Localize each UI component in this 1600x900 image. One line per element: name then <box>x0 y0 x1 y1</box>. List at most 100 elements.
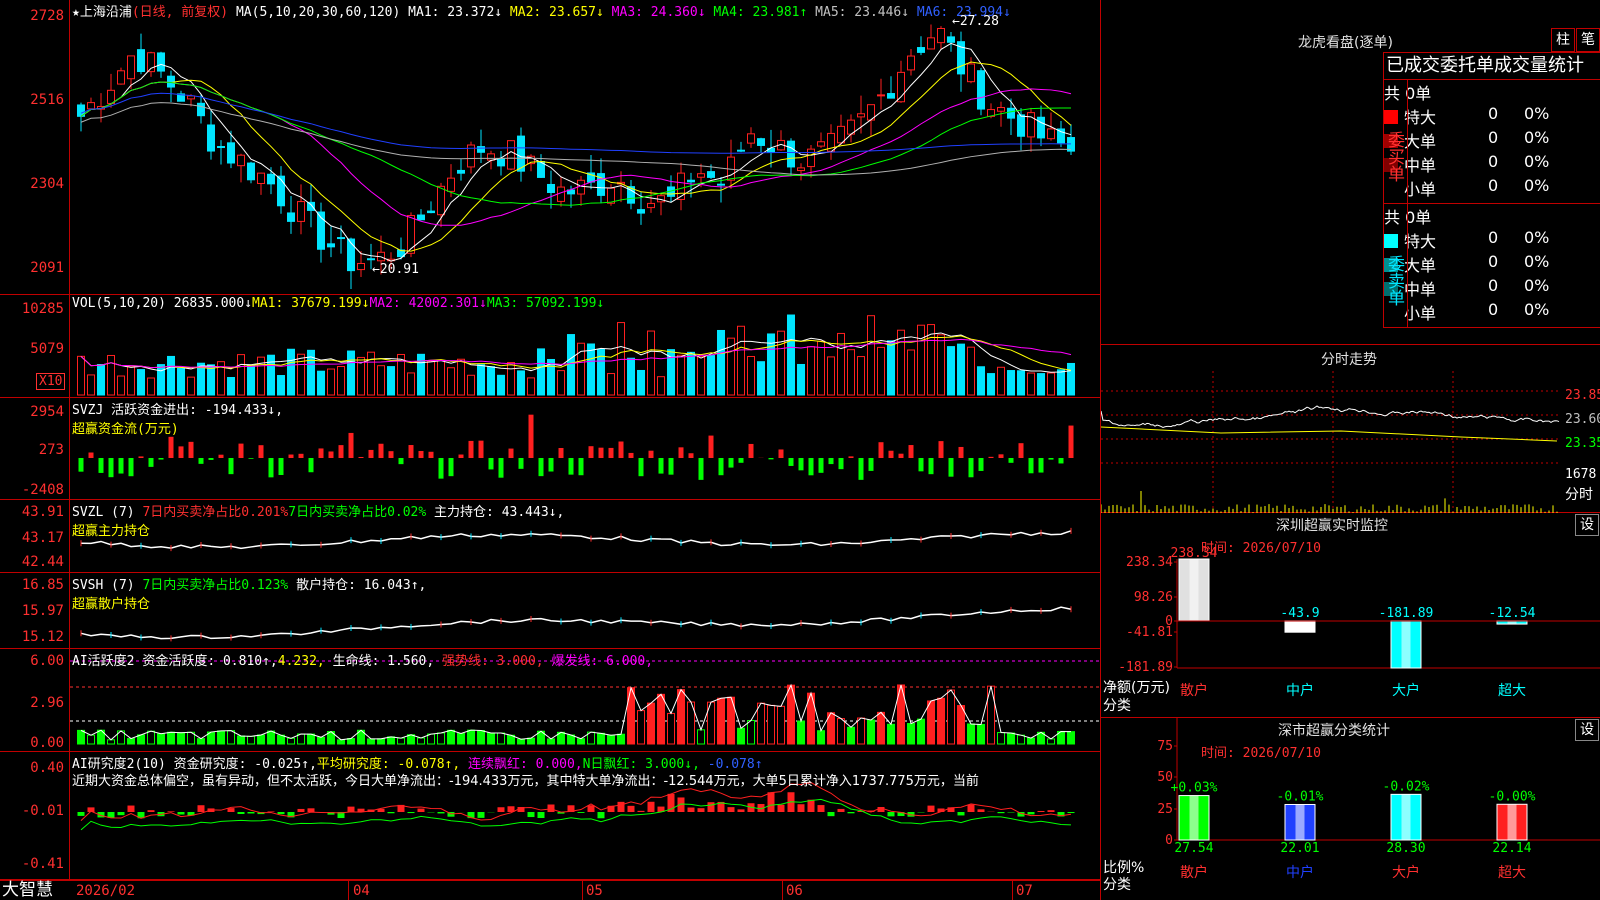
order-percent: 0% <box>1524 152 1550 171</box>
candle-body <box>117 70 125 85</box>
activity-bar <box>347 738 355 745</box>
activity-bar <box>637 710 645 745</box>
bar-mode-button[interactable]: 柱 <box>1551 28 1575 52</box>
x-axis-label: 05 <box>586 883 603 899</box>
volume-bar <box>407 372 415 396</box>
volume-bar <box>987 373 995 396</box>
activity-bar <box>1027 737 1035 745</box>
flow-bar <box>708 435 714 458</box>
intraday-chart[interactable] <box>1101 371 1561 513</box>
volume-bar <box>647 330 655 396</box>
avg-research-line <box>80 798 1072 831</box>
ai-research-pane[interactable]: 0.40 -0.01 -0.41 AI研究度2(10) 资金研究度: -0.02… <box>0 752 1100 880</box>
flow-bar <box>358 456 364 458</box>
monitor-axis-sub: 分类 <box>1103 698 1131 714</box>
research-bar <box>407 812 415 814</box>
activity-bar <box>1047 738 1055 745</box>
activity-bar <box>747 720 755 745</box>
activity-bar <box>497 732 505 745</box>
candle-body <box>917 47 925 53</box>
research-bar <box>387 812 395 814</box>
flow-bar <box>378 443 384 458</box>
vol-value: 26835.000↓ <box>173 296 253 311</box>
x-axis-label: 2026/02 <box>76 883 136 899</box>
y-tick-label: -181.89 <box>1118 660 1173 675</box>
flow-bar <box>468 440 474 458</box>
flow-bar <box>98 458 104 473</box>
svsh-pane[interactable]: 16.85 15.97 15.12 SVSH (7) 7日内买卖净占比0.123… <box>0 573 1100 649</box>
activity-bar <box>797 720 805 745</box>
svzl-info: SVZL (7) 7日内买卖净占比0.201%7日内买卖净占比0.02% 主力持… <box>72 501 564 539</box>
volume-bar <box>277 375 285 396</box>
flow-bar <box>948 458 954 477</box>
order-count: 0 <box>1488 128 1499 147</box>
order-size-label: 小单 <box>1404 180 1437 199</box>
volume-bar <box>617 322 625 396</box>
category-label: 散户 <box>1180 864 1208 881</box>
avg-price-line <box>1101 426 1558 442</box>
sell-total: 共 0单 <box>1384 208 1432 227</box>
flow-bar <box>648 450 654 458</box>
tick-mode-button[interactable]: 笔 <box>1576 28 1600 52</box>
candle-body <box>907 55 915 71</box>
volume-bar <box>567 334 575 396</box>
ma-legend-item: MA2: 23.657↓ <box>502 5 604 20</box>
volume-bar <box>207 364 215 396</box>
svzl-pane[interactable]: 43.91 43.17 42.44 SVZL (7) 7日内买卖净占比0.201… <box>0 500 1100 573</box>
candle-body <box>757 138 765 146</box>
flow-bar <box>828 458 834 465</box>
candle-body <box>1037 116 1045 139</box>
candle-body <box>367 258 375 261</box>
svzj-pane[interactable]: 2954 273 -2408 SVZJ 活跃资金进出: -194.433↓, 超赢… <box>0 398 1100 500</box>
activity-bar <box>517 738 525 745</box>
flow-bar <box>918 458 924 472</box>
candle-body <box>427 210 435 214</box>
monitor-chart[interactable]: 238.3498.260-41.81-181.89238.34散户-43.9中户… <box>1101 513 1600 718</box>
x-axis-label: 07 <box>1016 883 1033 899</box>
research-bar <box>1047 810 1055 812</box>
volume-bar <box>757 361 765 396</box>
flow-bar <box>488 458 494 470</box>
candle-body <box>157 52 165 72</box>
ai1-value: 4.232, <box>277 654 325 669</box>
kline-chart[interactable] <box>70 0 1100 295</box>
volume-pane[interactable]: 10285 5079 X10 VOL(5,10,20) 26835.000↓MA… <box>0 295 1100 398</box>
bar-highlight <box>1295 620 1305 633</box>
ma-legend-item: MA3: 24.360↓ <box>603 5 706 20</box>
flow-bar <box>528 414 534 458</box>
candle-body <box>677 172 685 200</box>
category-label: 超大 <box>1498 865 1526 881</box>
research-bar <box>527 812 535 818</box>
svzl-ratio1: 7日内买卖净占比0.201% <box>142 505 289 520</box>
volume-bar <box>947 346 955 396</box>
flow-bar <box>508 448 514 458</box>
flow-bar <box>118 458 124 474</box>
buy-orders-block: 委买单 共 0单 特大 0 0% 大单 0 0% 中单 0 0% 小单 0 0% <box>1383 80 1600 204</box>
buy-total: 共 0单 <box>1384 84 1432 103</box>
ai-activity-pane[interactable]: 6.00 2.96 0.00 AI活跃度2 资金活跃度: 0.810↑,4.23… <box>0 649 1100 752</box>
vol-unit: X10 <box>36 373 66 390</box>
flow-bar <box>888 450 894 458</box>
activity-bar <box>597 732 605 745</box>
ma-legend: MA1: 23.372↓ MA2: 23.657↓ MA3: 24.360↓ M… <box>408 5 1011 20</box>
class-stats-chart[interactable]: 7550250+0.03%27.54散户-0.01%22.01中户-0.02%2… <box>1101 718 1600 900</box>
activity-bar <box>917 718 925 745</box>
category-label: 大户 <box>1392 682 1420 699</box>
volume-bar <box>297 353 305 396</box>
candle-body <box>997 107 1005 112</box>
flow-bar <box>718 458 724 476</box>
volume-bar <box>1017 370 1025 396</box>
volume-bar <box>637 369 645 396</box>
activity-bar <box>167 731 175 745</box>
flow-bar <box>1048 458 1054 460</box>
volume-bar <box>267 354 275 396</box>
activity-bar <box>237 735 245 745</box>
activity-bar <box>877 711 885 745</box>
research-bar <box>167 811 175 812</box>
flow-bar <box>538 458 544 477</box>
y-tick-label: 238.34 <box>1126 555 1173 570</box>
kline-pane[interactable]: 2728 2516 2304 2091 ★上海沿浦(日线, 前复权) MA(5,… <box>0 0 1100 295</box>
order-size-label: 特大 <box>1404 232 1437 251</box>
flow-bar <box>408 445 414 458</box>
volume-bar <box>847 349 855 396</box>
